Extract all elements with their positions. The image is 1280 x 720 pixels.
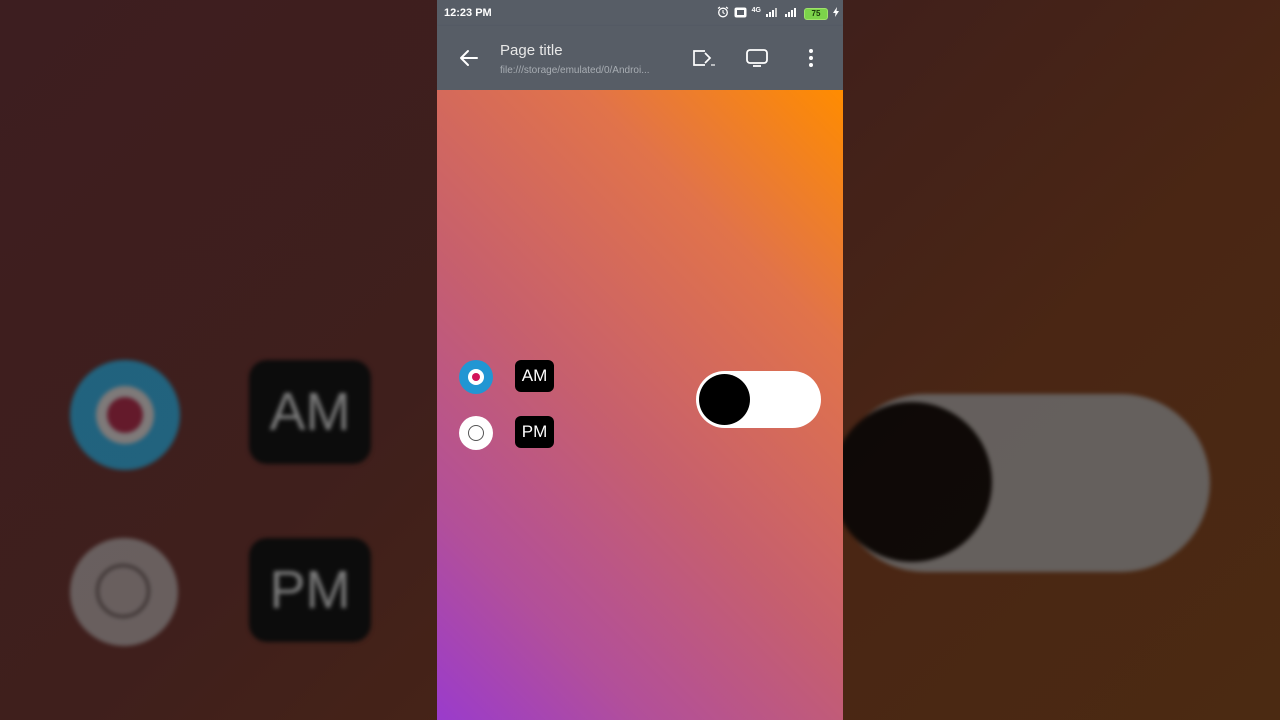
backdrop-radio-selected bbox=[70, 360, 180, 470]
alarm-icon bbox=[717, 6, 729, 21]
charging-icon bbox=[833, 7, 839, 20]
back-arrow-icon[interactable] bbox=[457, 46, 481, 70]
toggle-switch[interactable] bbox=[696, 371, 821, 428]
radio-am[interactable] bbox=[459, 360, 493, 394]
backdrop-pm-chip: PM bbox=[249, 538, 371, 642]
backdrop-am-chip: AM bbox=[249, 360, 371, 464]
network-4g-icon: 4G bbox=[751, 7, 761, 14]
status-time: 12:23 PM bbox=[444, 7, 492, 19]
more-options-icon[interactable] bbox=[799, 46, 823, 70]
open-external-icon[interactable] bbox=[691, 46, 715, 70]
pm-label-chip: PM bbox=[515, 416, 554, 448]
page-title: Page title bbox=[500, 42, 563, 59]
toggle-knob[interactable] bbox=[699, 374, 750, 425]
radio-am-dot bbox=[472, 373, 480, 381]
signal-icon-2 bbox=[785, 7, 799, 20]
battery-icon: 75 bbox=[804, 7, 828, 20]
device-preview-icon[interactable] bbox=[745, 46, 769, 70]
radio-pm-inner bbox=[468, 425, 484, 441]
backdrop-toggle bbox=[832, 394, 1210, 572]
phone-screen: 12:23 PM 4G 75 Page title file:///storag… bbox=[437, 0, 843, 720]
volte-icon bbox=[734, 7, 747, 21]
page-content: AM PM bbox=[437, 90, 843, 720]
am-label-chip: AM bbox=[515, 360, 554, 392]
backdrop-radio-unselected bbox=[70, 538, 178, 646]
status-icons: 4G 75 bbox=[717, 6, 839, 21]
page-url: file:///storage/emulated/0/Androi... bbox=[500, 65, 650, 76]
radio-pm[interactable] bbox=[459, 416, 493, 450]
status-bar: 12:23 PM 4G 75 bbox=[437, 0, 843, 26]
app-bar: Page title file:///storage/emulated/0/An… bbox=[437, 26, 843, 90]
signal-icon-1 bbox=[766, 7, 780, 20]
